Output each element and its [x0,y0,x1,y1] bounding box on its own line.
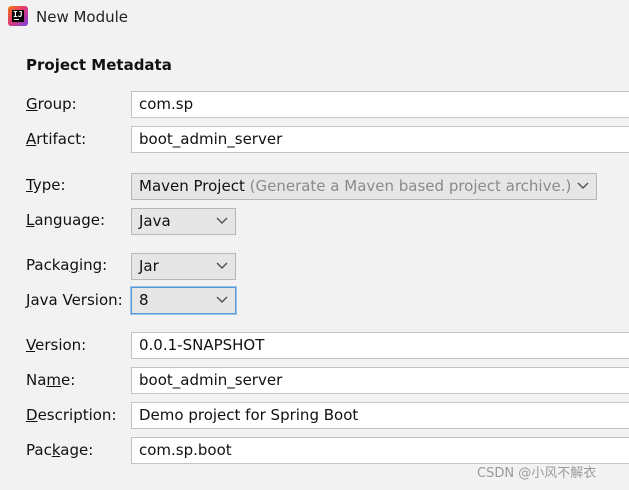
packaging-select[interactable]: Jar [131,253,236,280]
name-input[interactable]: boot_admin_server [131,367,629,394]
language-select-value: Java [139,212,171,230]
chevron-down-icon [577,182,589,190]
language-label: Language: [26,211,106,229]
section-title: Project Metadata [26,56,172,74]
java-version-select[interactable]: 8 [131,287,236,314]
package-input[interactable]: com.sp.boot [131,437,629,464]
java-version-select-value: 8 [139,291,149,309]
group-label: Group: [26,95,77,113]
type-select[interactable]: Maven Project (Generate a Maven based pr… [131,173,597,200]
type-label: Type: [26,176,66,194]
artifact-input[interactable]: boot_admin_server [131,126,629,153]
title-bar: IJ New Module [0,0,629,34]
chevron-down-icon [216,262,228,270]
version-input[interactable]: 0.0.1-SNAPSHOT [131,332,629,359]
java-version-label: Java Version: [26,291,123,309]
name-label: Name: [26,371,76,389]
description-input[interactable]: Demo project for Spring Boot [131,402,629,429]
packaging-select-value: Jar [139,257,159,275]
package-label: Package: [26,441,94,459]
language-select[interactable]: Java [131,208,236,235]
packaging-label: Packaging: [26,256,108,274]
type-select-hint: (Generate a Maven based project archive.… [249,177,572,195]
chevron-down-icon [216,296,228,304]
chevron-down-icon [216,217,228,225]
watermark: CSDN @小风不解衣 [477,466,597,481]
version-label: Version: [26,336,87,354]
intellij-idea-icon: IJ [8,6,28,26]
group-input[interactable]: com.sp [131,91,629,118]
description-label: Description: [26,406,117,424]
window-title: New Module [36,8,129,26]
artifact-label: Artifact: [26,130,87,148]
type-select-value: Maven Project [139,177,245,195]
